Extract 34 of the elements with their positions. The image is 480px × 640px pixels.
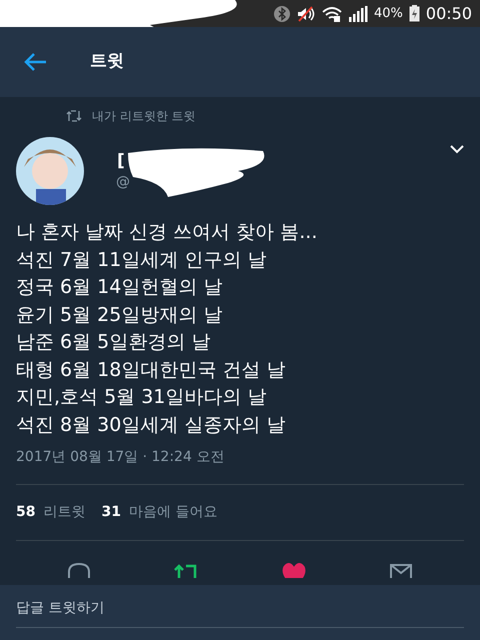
like-button[interactable] — [282, 562, 306, 578]
tweet-text-line: 윤기 5월 25일방재의 날 — [16, 302, 224, 328]
envelope-icon — [388, 562, 413, 578]
author-handle: @ — [116, 172, 130, 192]
message-button[interactable] — [388, 562, 413, 578]
author-name: [ — [116, 150, 126, 172]
stat-label: 마음에 들어요 — [128, 503, 218, 522]
muted-speaker-icon — [296, 6, 316, 22]
tweet-text-line: 나 혼자 날짜 신경 쓰여서 찾아 봄... — [16, 220, 318, 245]
stat-label: 리트윗 — [43, 503, 86, 522]
speech-bubble-icon — [67, 562, 92, 578]
signal-icon — [348, 6, 368, 22]
wifi-icon — [322, 6, 342, 22]
dropdown-button[interactable] — [450, 145, 464, 154]
clock: 00:50 — [426, 2, 472, 24]
battery-percent: 40% — [374, 4, 403, 23]
tweet-text-line: 석진 8월 30일세계 실종자의 날 — [16, 412, 286, 438]
battery-charging-icon — [408, 5, 420, 22]
stat-count: 31 — [101, 503, 121, 522]
heart-icon — [282, 562, 306, 578]
tweet-text-line: 남준 6월 5일환경의 날 — [16, 330, 212, 355]
retweet-icon — [66, 110, 82, 122]
reply-button[interactable] — [67, 562, 92, 578]
bluetooth-icon — [274, 6, 290, 22]
tweet-text-line: 태형 6월 18일대한민국 건설 날 — [16, 358, 286, 382]
retweet-note: 내가 리트윗한 트윗 — [92, 108, 196, 125]
tweet-text-line: 지민,호석 5월 31일바다의 날 — [16, 385, 268, 410]
back-arrow-icon — [23, 52, 47, 72]
stat-count: 58 — [16, 503, 36, 522]
chevron-down-icon — [450, 145, 464, 154]
tweet-text-line: 정국 6월 14일헌혈의 날 — [16, 275, 224, 300]
timestamp: 2017년 08월 17일 · 12:24 오전 — [16, 448, 226, 467]
page-title: 트윗 — [90, 50, 124, 74]
tweet-text-line: 석진 7월 11일세계 인구의 날 — [16, 248, 268, 272]
